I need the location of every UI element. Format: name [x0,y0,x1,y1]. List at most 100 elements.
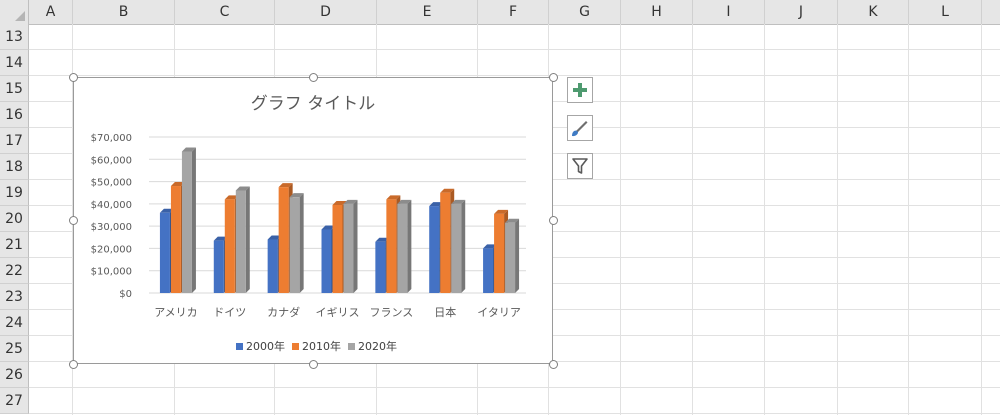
y-tick-label: $10,000 [91,267,132,278]
row-header-24[interactable]: 24 [0,310,29,336]
legend-swatch-2010 [292,343,299,350]
legend-label-2020: 2020年 [358,340,397,353]
paintbrush-icon [572,121,588,137]
bar-side [407,199,412,293]
funnel-icon [572,158,588,174]
resize-handle-bottom-right[interactable] [549,360,558,369]
chart-plot[interactable]: $0 $10,000 $20,000 $30,000 $40,000 $50,000 $60… [74,78,552,363]
bar [343,203,354,293]
bar-side [191,147,196,293]
resize-handle-right[interactable] [549,216,558,225]
row-header-20[interactable]: 20 [0,206,29,232]
bar-side [353,199,358,293]
column-gridline [764,24,765,415]
bar [451,203,462,293]
bar [289,197,300,293]
corner-triangle [15,11,25,21]
resize-handle-top-left[interactable] [69,73,78,82]
chart-filters-button[interactable] [567,153,593,179]
column-header-k[interactable]: K [838,0,909,24]
row-header-26[interactable]: 26 [0,362,29,388]
column-header-l[interactable]: L [909,0,982,24]
row-gridline [29,387,1000,388]
row-header-17[interactable]: 17 [0,128,29,154]
bar [213,240,224,293]
bar [159,212,170,293]
column-header-a[interactable]: A [29,0,73,24]
plus-icon [573,83,587,97]
bar [440,192,451,293]
bar [181,151,192,293]
bar [483,248,494,293]
y-tick-label: $50,000 [91,178,132,189]
row-header-23[interactable]: 23 [0,284,29,310]
legend-entry-2010[interactable]: 2010年 [292,338,341,354]
bar [494,213,505,293]
row-header-18[interactable]: 18 [0,154,29,180]
bar-side [245,186,250,293]
bar [235,190,246,293]
resize-handle-left[interactable] [69,216,78,225]
select-all-corner[interactable] [0,0,29,24]
legend-entry-2020[interactable]: 2020年 [348,338,397,354]
chart-area[interactable]: グラフ タイトル $0 $10,000 $20,000 $30,000 $40,000 $… [73,77,553,364]
chart-styles-button[interactable] [567,115,593,141]
x-tick-label: フランス [369,306,413,319]
x-tick-label: アメリカ [154,306,197,319]
y-tick-label: $70,000 [91,133,132,144]
row-header-15[interactable]: 15 [0,76,29,102]
resize-handle-top[interactable] [309,73,318,82]
bar [170,186,181,293]
row-header-22[interactable]: 22 [0,258,29,284]
bar [429,206,440,293]
legend-swatch-2020 [348,343,355,350]
x-tick-label: 日本 [434,305,456,319]
column-header-g[interactable]: G [549,0,621,24]
bar [278,187,289,293]
x-tick-label: イタリア [477,306,521,319]
legend-entry-2000[interactable]: 2000年 [236,338,285,354]
row-header-27[interactable]: 27 [0,388,29,414]
row-header-21[interactable]: 21 [0,232,29,258]
y-tick-label: $60,000 [91,155,132,166]
legend-label-2010: 2010年 [302,340,341,353]
bar-side [515,218,520,293]
row-gridline [29,413,1000,414]
column-header-d[interactable]: D [275,0,377,24]
row-header-14[interactable]: 14 [0,50,29,76]
bar [386,199,397,293]
bar-side [461,199,466,293]
row-header-25[interactable]: 25 [0,336,29,362]
bar [397,203,408,293]
column-header-e[interactable]: E [377,0,478,24]
column-header-i[interactable]: I [693,0,765,24]
y-tick-label: $0 [119,289,132,300]
column-header-j[interactable]: J [765,0,838,24]
column-header-h[interactable]: H [621,0,693,24]
row-header-19[interactable]: 19 [0,180,29,206]
resize-handle-bottom[interactable] [309,360,318,369]
y-tick-label: $30,000 [91,222,132,233]
legend-label-2000: 2000年 [246,340,285,353]
column-gridline [908,24,909,415]
y-tick-label: $20,000 [91,244,132,255]
bar-side [299,193,304,293]
x-tick-label: ドイツ [213,306,246,319]
column-header-c[interactable]: C [175,0,275,24]
column-header-b[interactable]: B [73,0,175,24]
row-header-13[interactable]: 13 [0,24,29,50]
row-header-16[interactable]: 16 [0,102,29,128]
bar [332,204,343,293]
bar [505,222,516,293]
resize-handle-bottom-left[interactable] [69,360,78,369]
y-tick-label: $40,000 [91,200,132,211]
bar [224,199,235,293]
bar [375,241,386,293]
row-gridline [29,75,1000,76]
bar [267,239,278,293]
column-gridline [692,24,693,415]
chart-elements-button[interactable] [567,77,593,103]
column-header-f[interactable]: F [478,0,549,24]
resize-handle-top-right[interactable] [549,73,558,82]
x-tick-label: イギリス [316,306,360,319]
